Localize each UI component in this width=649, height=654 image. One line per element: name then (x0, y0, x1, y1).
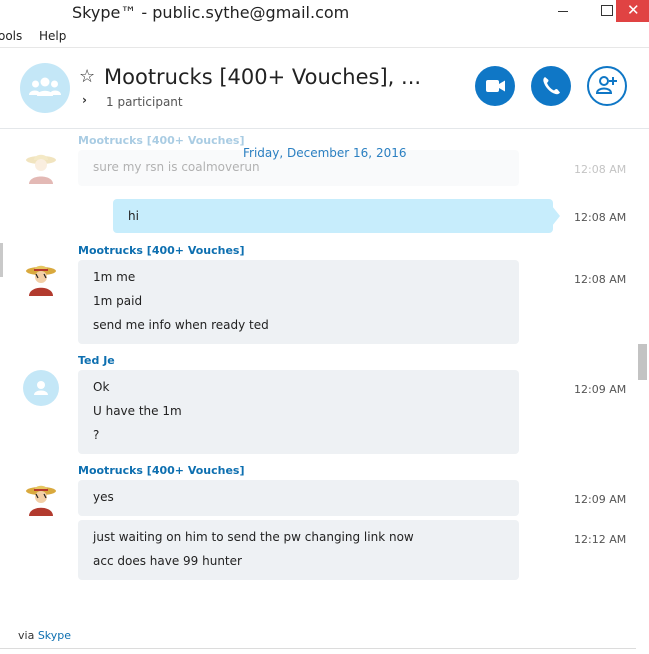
chevron-right-icon[interactable]: › (82, 93, 87, 107)
message-bubble[interactable]: yes (78, 480, 519, 516)
message-sender[interactable]: Mootrucks [400+ Vouches] (78, 464, 245, 477)
chat-history[interactable]: Mootrucks [400+ Vouches] sure my rsn is … (0, 130, 636, 620)
skype-link[interactable]: Skype (38, 629, 71, 642)
message-sender[interactable]: Mootrucks [400+ Vouches] (78, 244, 245, 257)
message-bubble[interactable]: Ok U have the 1m ? (78, 370, 519, 454)
group-avatar[interactable] (20, 63, 70, 113)
scrollbar-thumb[interactable] (638, 344, 647, 380)
message-bubble[interactable]: 1m me 1m paid send me info when ready te… (78, 260, 519, 344)
skype-window: Skype™ - public.sythe@gmail.com ✕ ools H… (0, 0, 649, 654)
close-button[interactable]: ✕ (616, 0, 649, 22)
audio-call-button[interactable] (531, 66, 571, 106)
menu-item-help[interactable]: Help (39, 29, 66, 43)
message-text: Ok (93, 380, 110, 394)
message-text: just waiting on him to send the pw chang… (93, 530, 414, 544)
chat-scrollbar[interactable] (636, 130, 649, 650)
pirate-avatar[interactable] (23, 480, 59, 516)
message-text: U have the 1m (93, 404, 182, 418)
message-time: 12:12 AM (574, 533, 627, 546)
menu-bar: ools Help (0, 27, 649, 47)
title-bar: Skype™ - public.sythe@gmail.com ✕ (0, 0, 649, 27)
message-text: send me info when ready ted (93, 318, 269, 332)
video-call-button[interactable] (475, 66, 515, 106)
pirate-avatar[interactable] (23, 148, 59, 184)
message-time: 12:09 AM (574, 383, 627, 396)
conversation-header: ☆ Mootrucks [400+ Vouches], ... › 1 part… (0, 47, 649, 129)
video-camera-icon (486, 80, 505, 92)
message-time: 12:08 AM (574, 273, 627, 286)
message-text: sure my rsn is coalmoverun (93, 160, 260, 174)
group-icon (29, 77, 61, 96)
message-sender[interactable]: Ted Je (78, 354, 115, 367)
add-person-icon (595, 76, 617, 94)
side-panel-edge[interactable] (0, 243, 3, 277)
message-text: yes (93, 490, 114, 504)
message-time: 12:08 AM (574, 211, 627, 224)
window-title: Skype™ - public.sythe@gmail.com (72, 3, 350, 22)
outgoing-message-bubble[interactable]: hi (113, 199, 553, 233)
message-text: acc does have 99 hunter (93, 554, 242, 568)
participant-count[interactable]: 1 participant (106, 95, 183, 109)
message-sender[interactable]: Mootrucks [400+ Vouches] (78, 134, 245, 147)
bubble-tail-icon (552, 206, 560, 226)
message-text: 1m paid (93, 294, 143, 308)
message-text: ? (93, 428, 100, 442)
favorite-star-icon[interactable]: ☆ (79, 66, 95, 87)
via-footer: via Skype (18, 629, 71, 642)
add-participant-button[interactable] (587, 66, 627, 106)
message-text: hi (128, 209, 139, 223)
phone-icon (543, 77, 560, 95)
avatar[interactable] (23, 370, 59, 406)
via-label: via (18, 629, 35, 642)
date-separator: Friday, December 16, 2016 (243, 146, 407, 160)
message-time: 12:08 AM (574, 163, 627, 176)
pirate-avatar[interactable] (23, 260, 59, 296)
conversation-title[interactable]: Mootrucks [400+ Vouches], ... (104, 65, 421, 89)
menu-item-tools[interactable]: ools (0, 29, 22, 43)
message-text: 1m me (93, 270, 136, 284)
person-icon (34, 381, 48, 395)
message-bubble[interactable]: just waiting on him to send the pw chang… (78, 520, 519, 580)
close-icon: ✕ (627, 1, 640, 19)
minimize-button[interactable] (540, 0, 586, 22)
divider (0, 648, 636, 649)
message-time: 12:09 AM (574, 493, 627, 506)
